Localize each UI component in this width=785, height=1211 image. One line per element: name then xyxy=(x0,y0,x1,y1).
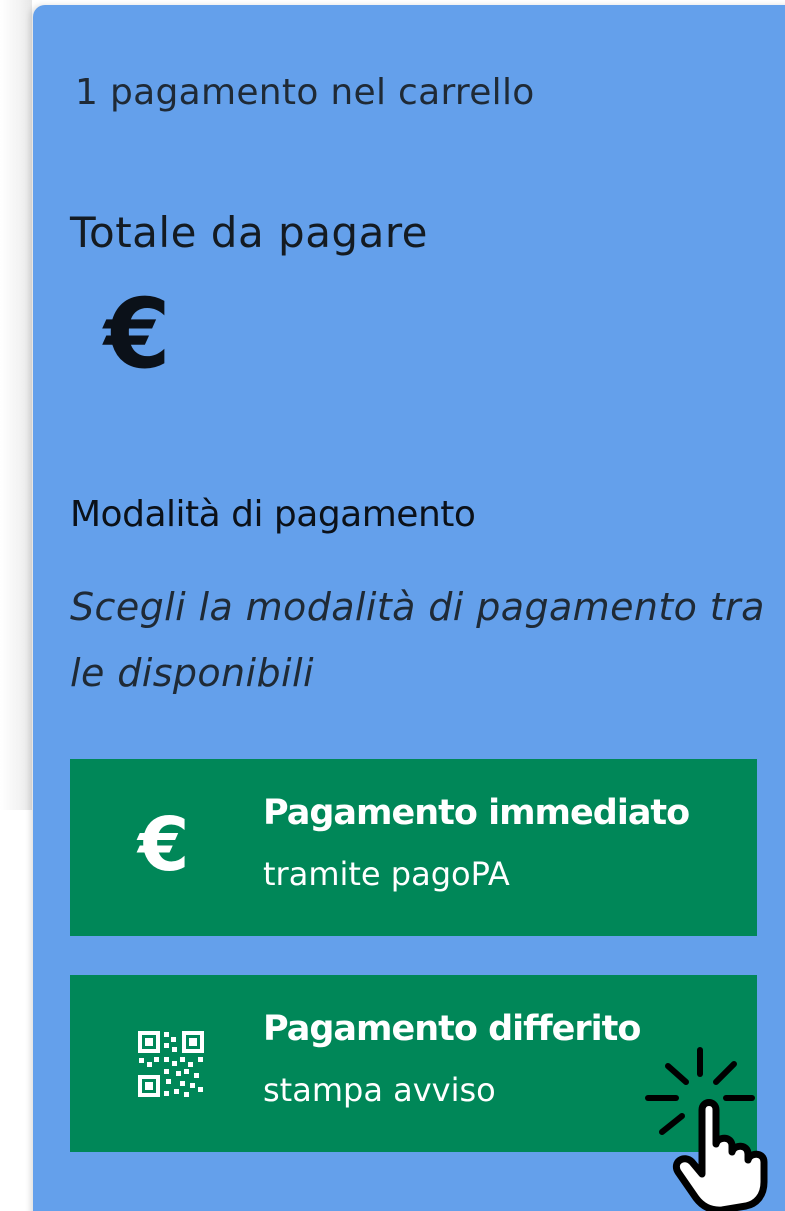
deferred-payment-subtitle: stampa avviso xyxy=(263,1071,496,1109)
immediate-payment-button[interactable]: € Pagamento immediato tramite pagoPA xyxy=(70,759,757,936)
payment-method-help-text: Scegli la modalità di pagamento tra le d… xyxy=(70,585,765,695)
total-amount: € xyxy=(104,278,171,390)
payment-method-heading: Modalità di pagamento xyxy=(70,494,476,535)
hand-pointer-click-icon xyxy=(636,1040,785,1211)
page-background-edge xyxy=(0,0,32,810)
total-label: Totale da pagare xyxy=(70,208,429,257)
immediate-payment-subtitle: tramite pagoPA xyxy=(263,855,510,893)
payment-cart-page: 1 pagamento nel carrello Totale da pagar… xyxy=(0,0,785,1211)
cart-count-text: 1 pagamento nel carrello xyxy=(75,72,535,113)
deferred-payment-title: Pagamento differito xyxy=(263,1009,641,1049)
qr-code-icon xyxy=(136,1029,208,1101)
euro-icon: € xyxy=(138,802,190,888)
immediate-payment-title: Pagamento immediato xyxy=(263,793,690,833)
